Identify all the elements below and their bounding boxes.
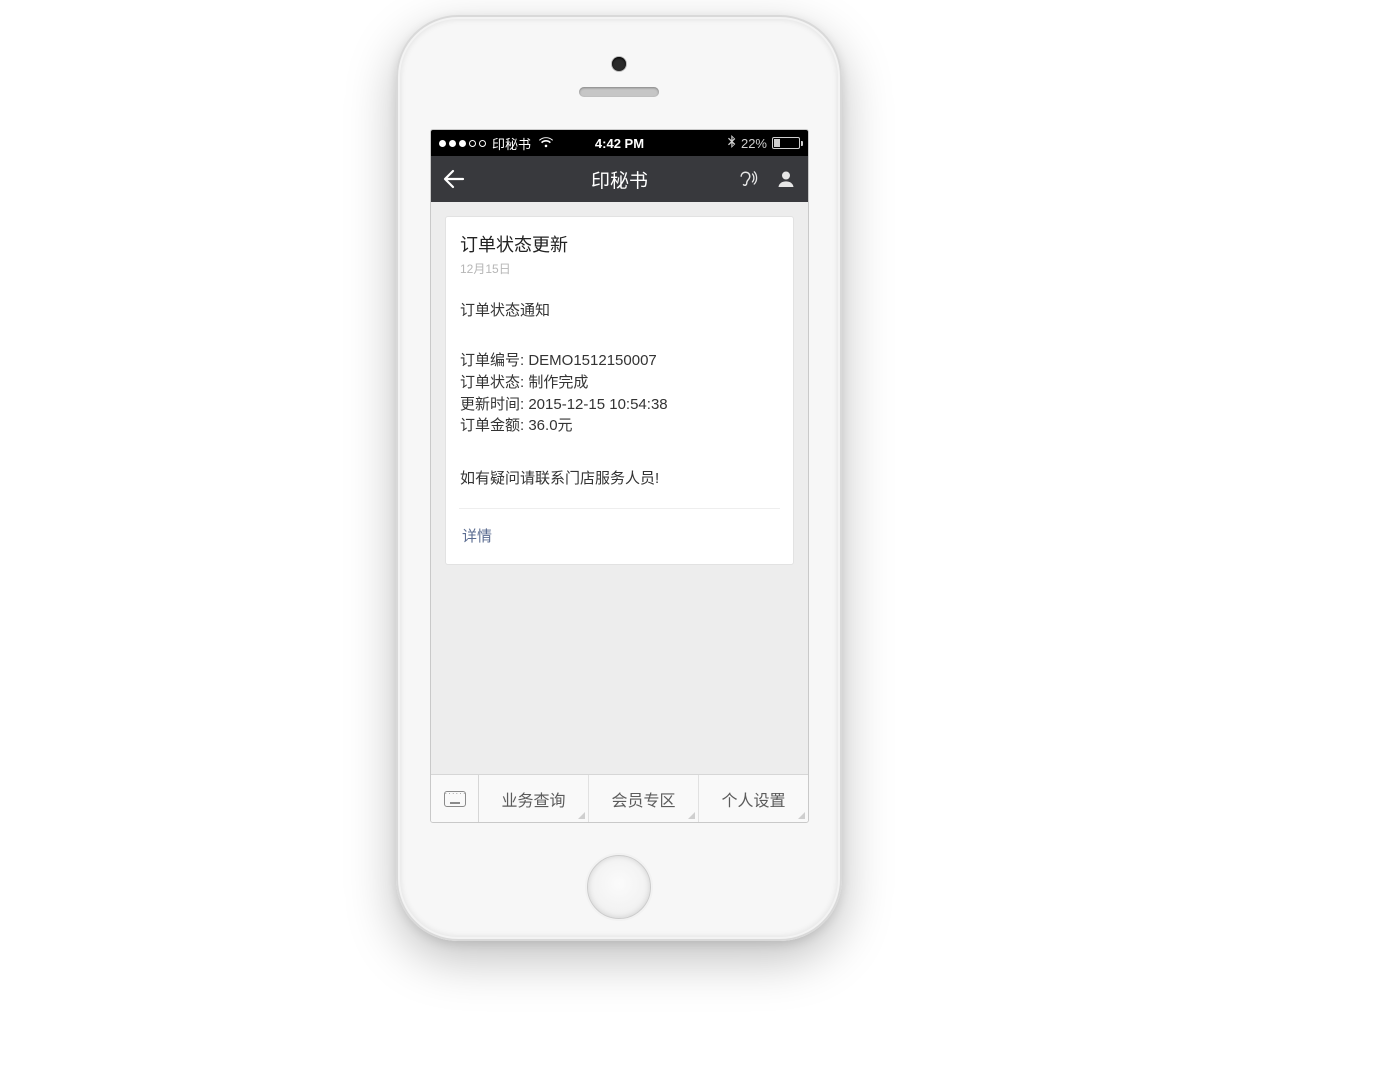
nav-bar: 印秘书 bbox=[431, 156, 808, 202]
card-title: 订单状态更新 bbox=[460, 231, 779, 257]
carrier-label: 印秘书 bbox=[492, 134, 531, 153]
order-amount-value: 36.0元 bbox=[528, 417, 572, 434]
update-time-value: 2015-12-15 10:54:38 bbox=[528, 396, 667, 413]
submenu-indicator-icon bbox=[688, 812, 695, 819]
phone-home-button[interactable] bbox=[587, 855, 651, 919]
signal-dots-icon bbox=[439, 140, 486, 147]
menu-member-zone[interactable]: 会员专区 bbox=[589, 775, 699, 822]
details-link[interactable]: 详情 bbox=[460, 509, 779, 564]
order-status-row: 订单状态: 制作完成 bbox=[460, 372, 779, 394]
phone-camera bbox=[612, 57, 626, 71]
card-footnote: 如有疑问请联系门店服务人员! bbox=[460, 467, 779, 488]
status-bar: 印秘书 4:42 PM 22% bbox=[431, 130, 808, 156]
order-status-label: 订单状态: bbox=[460, 374, 524, 391]
order-no-label: 订单编号: bbox=[460, 352, 524, 369]
battery-pct: 22% bbox=[741, 136, 767, 151]
card-subtitle: 订单状态通知 bbox=[460, 299, 779, 320]
menu-label: 个人设置 bbox=[721, 787, 785, 811]
back-button[interactable] bbox=[443, 169, 465, 189]
menu-label: 会员专区 bbox=[611, 787, 675, 811]
keyboard-icon bbox=[444, 791, 466, 807]
update-time-label: 更新时间: bbox=[460, 396, 524, 413]
wifi-icon bbox=[539, 136, 553, 151]
earpiece-mode-icon[interactable] bbox=[738, 169, 758, 189]
order-amount-row: 订单金额: 36.0元 bbox=[460, 415, 779, 437]
order-status-value: 制作完成 bbox=[528, 374, 588, 391]
content-area[interactable]: 订单状态更新 12月15日 订单状态通知 订单编号: DEMO151215000… bbox=[431, 202, 808, 774]
submenu-indicator-icon bbox=[798, 812, 805, 819]
profile-icon[interactable] bbox=[776, 169, 796, 189]
order-amount-label: 订单金额: bbox=[460, 417, 524, 434]
keyboard-toggle-button[interactable] bbox=[431, 775, 479, 822]
menu-personal-settings[interactable]: 个人设置 bbox=[699, 775, 808, 822]
order-no-value: DEMO1512150007 bbox=[528, 352, 656, 369]
order-no-row: 订单编号: DEMO1512150007 bbox=[460, 350, 779, 372]
notification-card[interactable]: 订单状态更新 12月15日 订单状态通知 订单编号: DEMO151215000… bbox=[445, 216, 794, 565]
phone-shell: 印秘书 4:42 PM 22% bbox=[396, 15, 842, 941]
wechat-menu-bar: 业务查询 会员专区 个人设置 bbox=[431, 774, 808, 822]
battery-icon bbox=[772, 137, 800, 149]
card-date: 12月15日 bbox=[460, 260, 779, 277]
phone-speaker bbox=[579, 87, 659, 97]
menu-label: 业务查询 bbox=[501, 787, 565, 811]
bluetooth-icon bbox=[728, 135, 736, 151]
menu-business-query[interactable]: 业务查询 bbox=[479, 775, 589, 822]
screen: 印秘书 4:42 PM 22% bbox=[430, 129, 809, 823]
submenu-indicator-icon bbox=[578, 812, 585, 819]
card-body: 订单编号: DEMO1512150007 订单状态: 制作完成 更新时间: bbox=[460, 350, 779, 437]
update-time-row: 更新时间: 2015-12-15 10:54:38 bbox=[460, 394, 779, 416]
